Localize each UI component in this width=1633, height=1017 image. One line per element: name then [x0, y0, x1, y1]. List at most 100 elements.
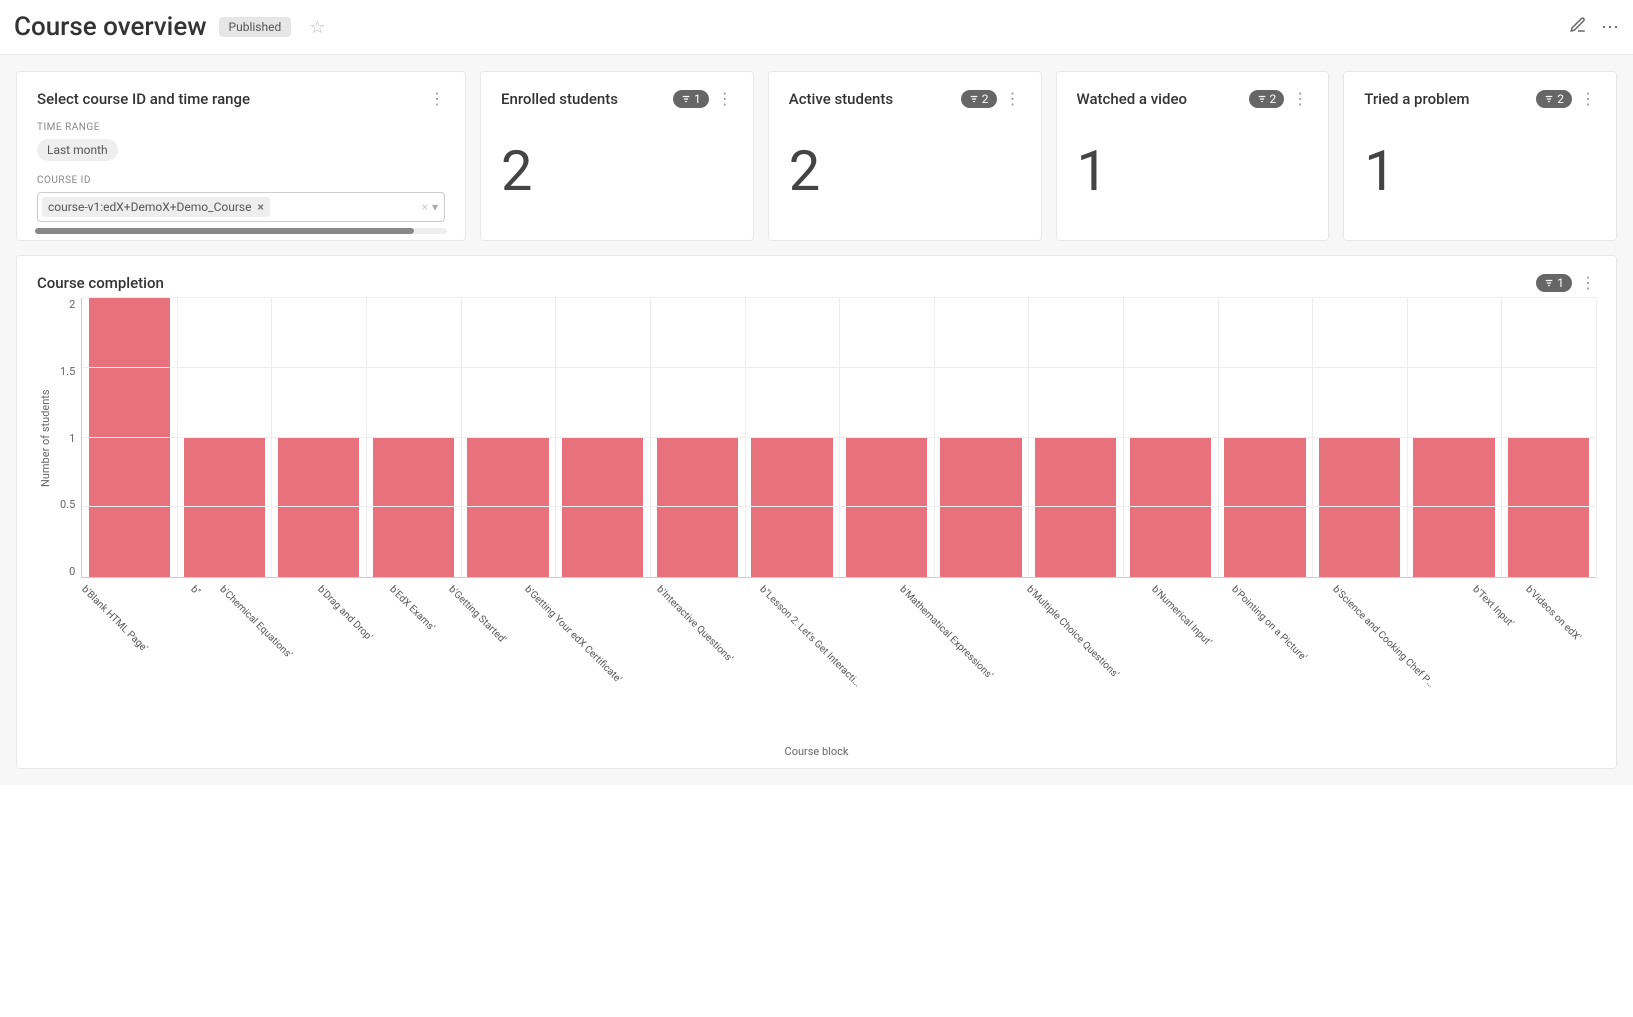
stat-title: Tried a problem: [1364, 90, 1469, 108]
bar-slot: [650, 298, 745, 577]
x-tick-label: b'Multiple Choice Questions': [1024, 584, 1120, 680]
bar-slot: [366, 298, 461, 577]
bar-slot: [934, 298, 1029, 577]
controls-card: Select course ID and time range ⋮ TIME R…: [16, 71, 466, 241]
bar[interactable]: [751, 438, 832, 578]
stat-card-video: Watched a video 2 ⋮ 1: [1056, 71, 1330, 241]
more-horizontal-icon[interactable]: ⋯: [1601, 17, 1619, 38]
bar-slot: [1218, 298, 1313, 577]
filter-count: 1: [694, 92, 701, 106]
x-tick-label: b'Mathematical Expressions': [897, 584, 994, 681]
y-tick: 0: [69, 565, 75, 578]
filter-count: 2: [982, 92, 989, 106]
y-tick: 0.5: [60, 498, 75, 511]
chart-card-title: Course completion: [37, 274, 164, 292]
bar[interactable]: [467, 438, 548, 578]
filter-pill[interactable]: 2: [1249, 90, 1285, 108]
edit-pencil-icon[interactable]: [1569, 16, 1587, 39]
y-tick: 1.5: [60, 365, 75, 378]
controls-scrollbar[interactable]: [35, 228, 447, 234]
bar-slot: [177, 298, 272, 577]
x-tick-label: b'Chemical Equations': [217, 584, 294, 661]
bar[interactable]: [184, 438, 265, 578]
chip-remove-icon[interactable]: ×: [257, 200, 263, 214]
y-tick: 2: [69, 298, 75, 311]
time-range-pill[interactable]: Last month: [37, 139, 118, 161]
bar[interactable]: [373, 438, 454, 578]
bar-slot: [271, 298, 366, 577]
course-id-select[interactable]: course-v1:edX+DemoX+Demo_Course × × ▾: [37, 192, 445, 222]
chevron-down-icon[interactable]: ▾: [432, 200, 438, 214]
card-kebab-icon[interactable]: ⋮: [1580, 275, 1596, 291]
filter-pill[interactable]: 2: [961, 90, 997, 108]
y-axis-ticks: 2 1.5 1 0.5 0: [54, 298, 81, 578]
x-tick-label: b'': [188, 584, 202, 598]
bar[interactable]: [89, 298, 170, 577]
dashboard-body: Select course ID and time range ⋮ TIME R…: [0, 55, 1633, 785]
stat-title: Active students: [789, 90, 893, 108]
bar-slot: [82, 298, 177, 577]
bar-slot: [1028, 298, 1123, 577]
filter-pill[interactable]: 1: [673, 90, 709, 108]
bar[interactable]: [1413, 438, 1494, 578]
x-tick-label: b'Interactive Questions': [654, 584, 735, 665]
bar-slot: [1312, 298, 1407, 577]
bar-slot: [1407, 298, 1502, 577]
card-kebab-icon[interactable]: ⋮: [1005, 91, 1021, 107]
filter-count: 1: [1557, 276, 1564, 290]
bar-slot: [555, 298, 650, 577]
bar[interactable]: [1130, 438, 1211, 578]
chart-plot: [81, 298, 1596, 578]
course-id-chip-text: course-v1:edX+DemoX+Demo_Course: [48, 200, 251, 214]
x-tick-label: b'Getting Your edX Certificate': [522, 584, 623, 685]
bar[interactable]: [940, 438, 1021, 578]
x-tick-label: b'Pointing on a Picture': [1229, 584, 1308, 663]
bar[interactable]: [657, 438, 738, 578]
stat-value: 2: [501, 138, 733, 204]
card-kebab-icon[interactable]: ⋮: [1292, 91, 1308, 107]
x-tick-label: b'Text Input': [1470, 584, 1515, 629]
time-range-label: TIME RANGE: [37, 122, 445, 133]
page-title: Course overview: [14, 12, 207, 42]
select-clear-icon[interactable]: ×: [422, 200, 428, 214]
bar[interactable]: [1224, 438, 1305, 578]
status-badge: Published: [219, 17, 292, 37]
x-tick-label: b'Getting Started': [446, 584, 508, 646]
page-header: Course overview Published ☆ ⋯: [0, 0, 1633, 55]
bar-slot: [1123, 298, 1218, 577]
card-kebab-icon[interactable]: ⋮: [717, 91, 733, 107]
stat-value: 2: [789, 138, 1021, 204]
filter-pill[interactable]: 2: [1536, 90, 1572, 108]
bar[interactable]: [1035, 438, 1116, 578]
bar[interactable]: [278, 438, 359, 578]
card-kebab-icon[interactable]: ⋮: [1580, 91, 1596, 107]
course-id-chip[interactable]: course-v1:edX+DemoX+Demo_Course ×: [42, 197, 270, 217]
filter-count: 2: [1557, 92, 1564, 106]
bar[interactable]: [1319, 438, 1400, 578]
card-kebab-icon[interactable]: ⋮: [429, 91, 445, 107]
filter-count: 2: [1270, 92, 1277, 106]
x-tick-label: b'Blank HTML Page': [79, 584, 149, 654]
stat-title: Enrolled students: [501, 90, 618, 108]
stat-value: 1: [1364, 138, 1596, 204]
x-tick-label: b'Drag and Drop': [315, 584, 374, 643]
x-tick-label: b'EdX Exams': [387, 584, 436, 633]
chart-area: Number of students 21.510.50: [37, 298, 1596, 578]
x-axis-labels: b'Blank HTML Page'b''b'Chemical Equation…: [79, 578, 1596, 595]
bar-slot: [839, 298, 934, 577]
chart-card: Course completion 1 ⋮ Number of students…: [16, 255, 1617, 769]
y-tick: 1: [69, 432, 75, 445]
course-id-label: COURSE ID: [37, 175, 445, 186]
bar[interactable]: [562, 438, 643, 578]
x-tick-label: b'Videos on edX': [1523, 584, 1582, 643]
bar[interactable]: [1508, 438, 1589, 578]
filter-pill[interactable]: 1: [1536, 274, 1572, 292]
bar-slot: [461, 298, 556, 577]
x-tick-label: b'Science and Cooking Chef Profile: JOS\…: [1330, 584, 1437, 691]
favorite-star-icon[interactable]: ☆: [309, 17, 325, 38]
x-tick-label: b'Numerical Input': [1149, 584, 1213, 648]
stat-card-problem: Tried a problem 2 ⋮ 1: [1343, 71, 1617, 241]
x-axis-title: Course block: [37, 745, 1596, 758]
stat-card-active: Active students 2 ⋮ 2: [768, 71, 1042, 241]
bar[interactable]: [846, 438, 927, 578]
